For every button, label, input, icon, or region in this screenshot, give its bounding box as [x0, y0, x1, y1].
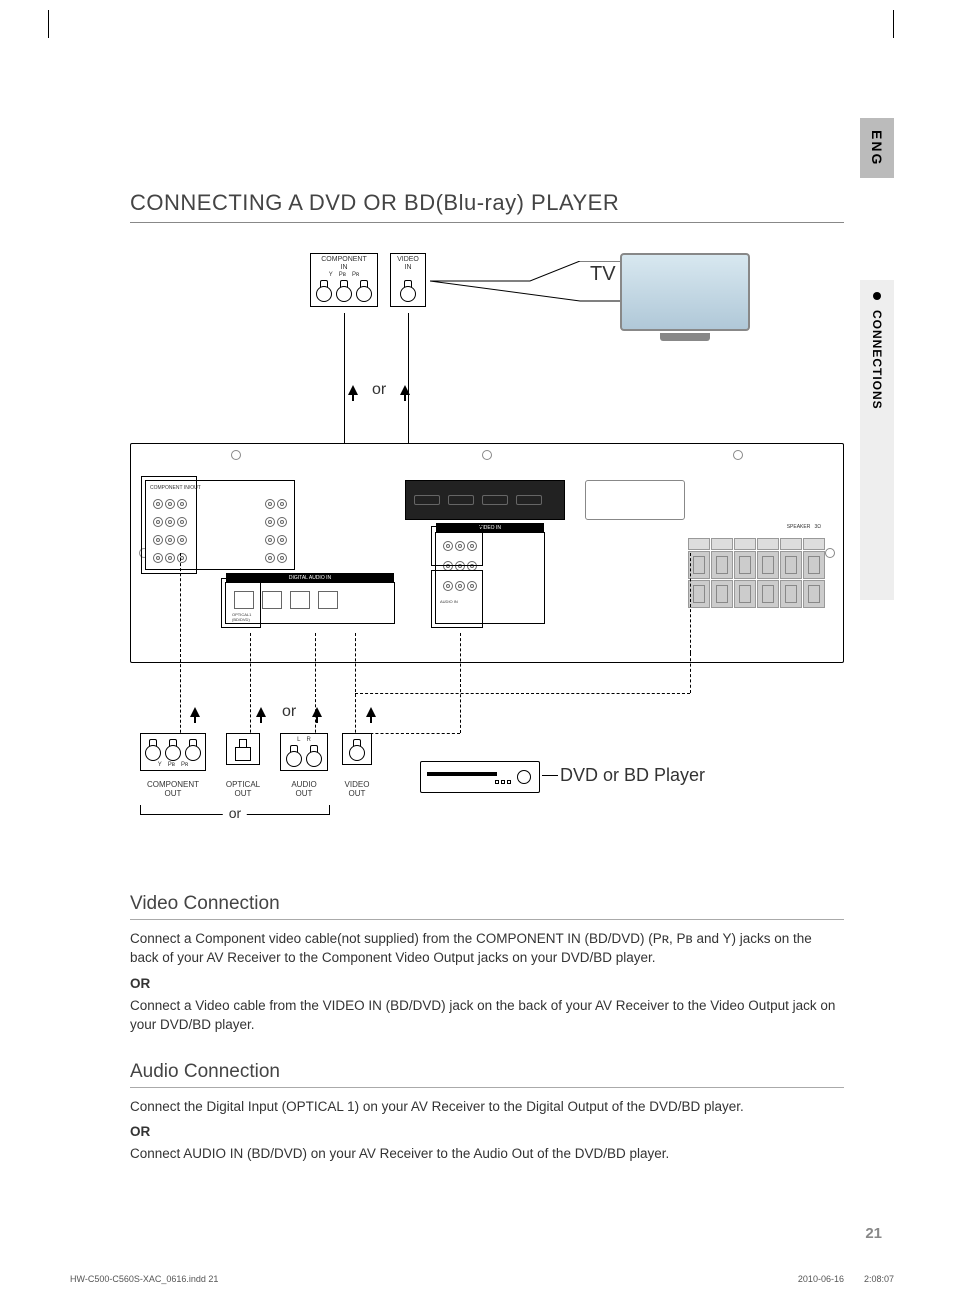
video-out-jack: [349, 739, 365, 761]
video-connection-p1: Connect a Component video cable(not supp…: [130, 930, 844, 968]
audio-connection-p1: Connect the Digital Input (OPTICAL 1) on…: [130, 1098, 844, 1117]
arrow-up-icon: [400, 385, 410, 395]
component-in-pb-jack: [336, 280, 352, 302]
footer-time: 2:08:07: [864, 1274, 894, 1284]
audio-connection-or: OR: [130, 1124, 844, 1139]
video-in-label2: IN: [395, 264, 421, 272]
arrow-up-icon: [190, 707, 200, 717]
arrow-up-icon: [366, 707, 376, 717]
or-label: or: [372, 381, 386, 399]
page-number: 21: [865, 1225, 882, 1242]
footer-file: HW-C500-C560S-XAC_0616.indd 21: [70, 1274, 218, 1284]
language-label: ENG: [869, 130, 885, 166]
video-connection-p2: Connect a Video cable from the VIDEO IN …: [130, 997, 844, 1035]
video-in-jack: [400, 280, 416, 302]
language-tab: ENG: [860, 118, 894, 178]
component-out-jack: [185, 739, 201, 761]
footer-date: 2010-06-16: [798, 1274, 844, 1284]
arrow-up-icon: [256, 707, 266, 717]
footer: HW-C500-C560S-XAC_0616.indd 21 2010-06-1…: [70, 1274, 894, 1284]
section-tab: CONNECTIONS: [860, 280, 894, 600]
video-in-label1: VIDEO: [395, 256, 421, 264]
arrow-up-icon: [348, 385, 358, 395]
page-title: CONNECTING A DVD OR BD(Blu-ray) PLAYER: [130, 190, 844, 223]
audio-out-l-jack: [286, 745, 302, 767]
video-connection-or: OR: [130, 976, 844, 991]
audio-out-r-jack: [306, 745, 322, 767]
video-connection-heading: Video Connection: [130, 893, 844, 920]
audio-connection-heading: Audio Connection: [130, 1061, 844, 1088]
connection-diagram: COMPONENT IN Y Pʙ Pʀ VIDEO: [130, 253, 844, 863]
av-receiver-rear: COMPONENT IN/OUT DIGITAL A: [130, 443, 844, 663]
arrow-up-icon: [312, 707, 322, 717]
player-label: DVD or BD Player: [560, 765, 705, 786]
component-in-label2: IN: [315, 264, 373, 272]
section-label: CONNECTIONS: [870, 310, 884, 410]
or-label: or: [282, 703, 296, 721]
audio-connection-p2: Connect AUDIO IN (BD/DVD) on your AV Rec…: [130, 1145, 844, 1164]
component-out-jack: [165, 739, 181, 761]
tv-icon: [620, 253, 750, 348]
component-in-y-jack: [316, 280, 332, 302]
component-out-jack: [145, 739, 161, 761]
component-in-pr-jack: [356, 280, 372, 302]
component-in-label1: COMPONENT: [315, 256, 373, 264]
optical-out-plug: [235, 739, 251, 761]
or-label: or: [223, 805, 247, 821]
